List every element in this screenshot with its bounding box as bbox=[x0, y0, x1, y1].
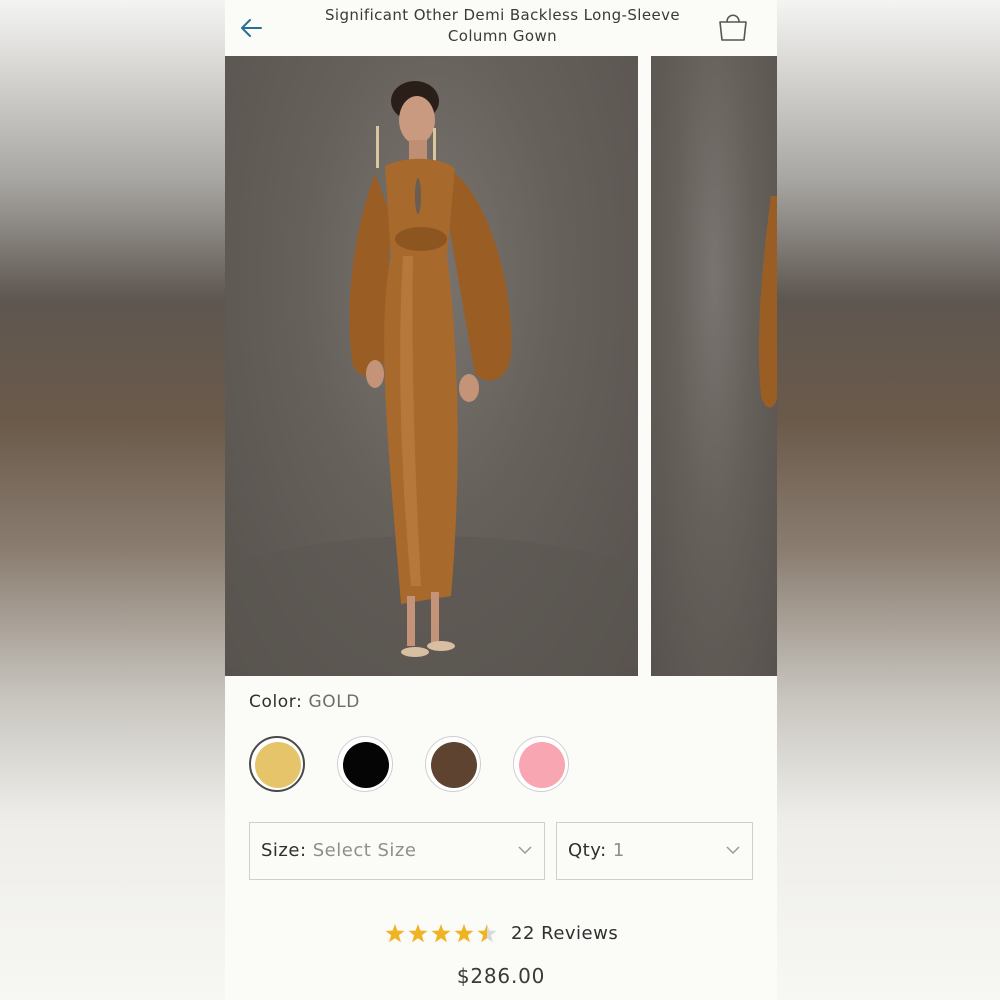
size-select-text: Size: Select Size bbox=[261, 840, 416, 861]
reviews-count-link[interactable]: 22 Reviews bbox=[511, 923, 618, 944]
swatch-fill-brown bbox=[431, 742, 477, 788]
star-5-half-icon bbox=[477, 924, 497, 943]
color-selection-label: Color: GOLD bbox=[249, 692, 360, 712]
product-title: Significant Other Demi Backless Long-Sle… bbox=[305, 5, 700, 47]
color-swatch-brown[interactable] bbox=[425, 736, 481, 792]
chevron-down-icon bbox=[726, 846, 740, 855]
qty-label: Qty: bbox=[568, 840, 607, 861]
chevron-down-icon bbox=[518, 846, 532, 855]
arrow-left-icon bbox=[241, 19, 262, 37]
color-swatch-black[interactable] bbox=[337, 736, 393, 792]
bag-button[interactable] bbox=[716, 10, 750, 44]
product-page: Significant Other Demi Backless Long-Sle… bbox=[225, 0, 777, 1000]
swatch-fill-gold bbox=[255, 742, 301, 788]
color-label: Color: bbox=[249, 692, 303, 712]
qty-select-text: Qty: 1 bbox=[568, 840, 625, 861]
star-1-icon bbox=[385, 924, 405, 943]
color-value: GOLD bbox=[308, 692, 360, 712]
star-rating-icon bbox=[385, 924, 497, 943]
size-value: Select Size bbox=[312, 840, 417, 861]
back-button[interactable] bbox=[237, 14, 265, 42]
product-title-line2: Column Gown bbox=[447, 27, 558, 45]
product-title-line1: Significant Other Demi Backless Long-Sle… bbox=[325, 6, 680, 24]
size-select[interactable]: Size: Select Size bbox=[249, 822, 545, 880]
color-swatch-pink[interactable] bbox=[513, 736, 569, 792]
image-gallery[interactable] bbox=[225, 56, 777, 676]
shopping-bag-icon bbox=[719, 14, 747, 41]
product-photo-next[interactable] bbox=[651, 56, 777, 676]
swatch-fill-pink bbox=[519, 742, 565, 788]
star-2-icon bbox=[408, 924, 428, 943]
swatch-fill-black bbox=[343, 742, 389, 788]
top-bar: Significant Other Demi Backless Long-Sle… bbox=[225, 0, 777, 56]
color-swatch-gold[interactable] bbox=[249, 736, 305, 792]
star-3-icon bbox=[431, 924, 451, 943]
size-label: Size: bbox=[261, 840, 307, 861]
product-price: $286.00 bbox=[456, 964, 546, 988]
qty-select[interactable]: Qty: 1 bbox=[556, 822, 753, 880]
product-photo-main[interactable] bbox=[225, 56, 638, 676]
star-4-icon bbox=[454, 924, 474, 943]
qty-value: 1 bbox=[612, 840, 625, 861]
